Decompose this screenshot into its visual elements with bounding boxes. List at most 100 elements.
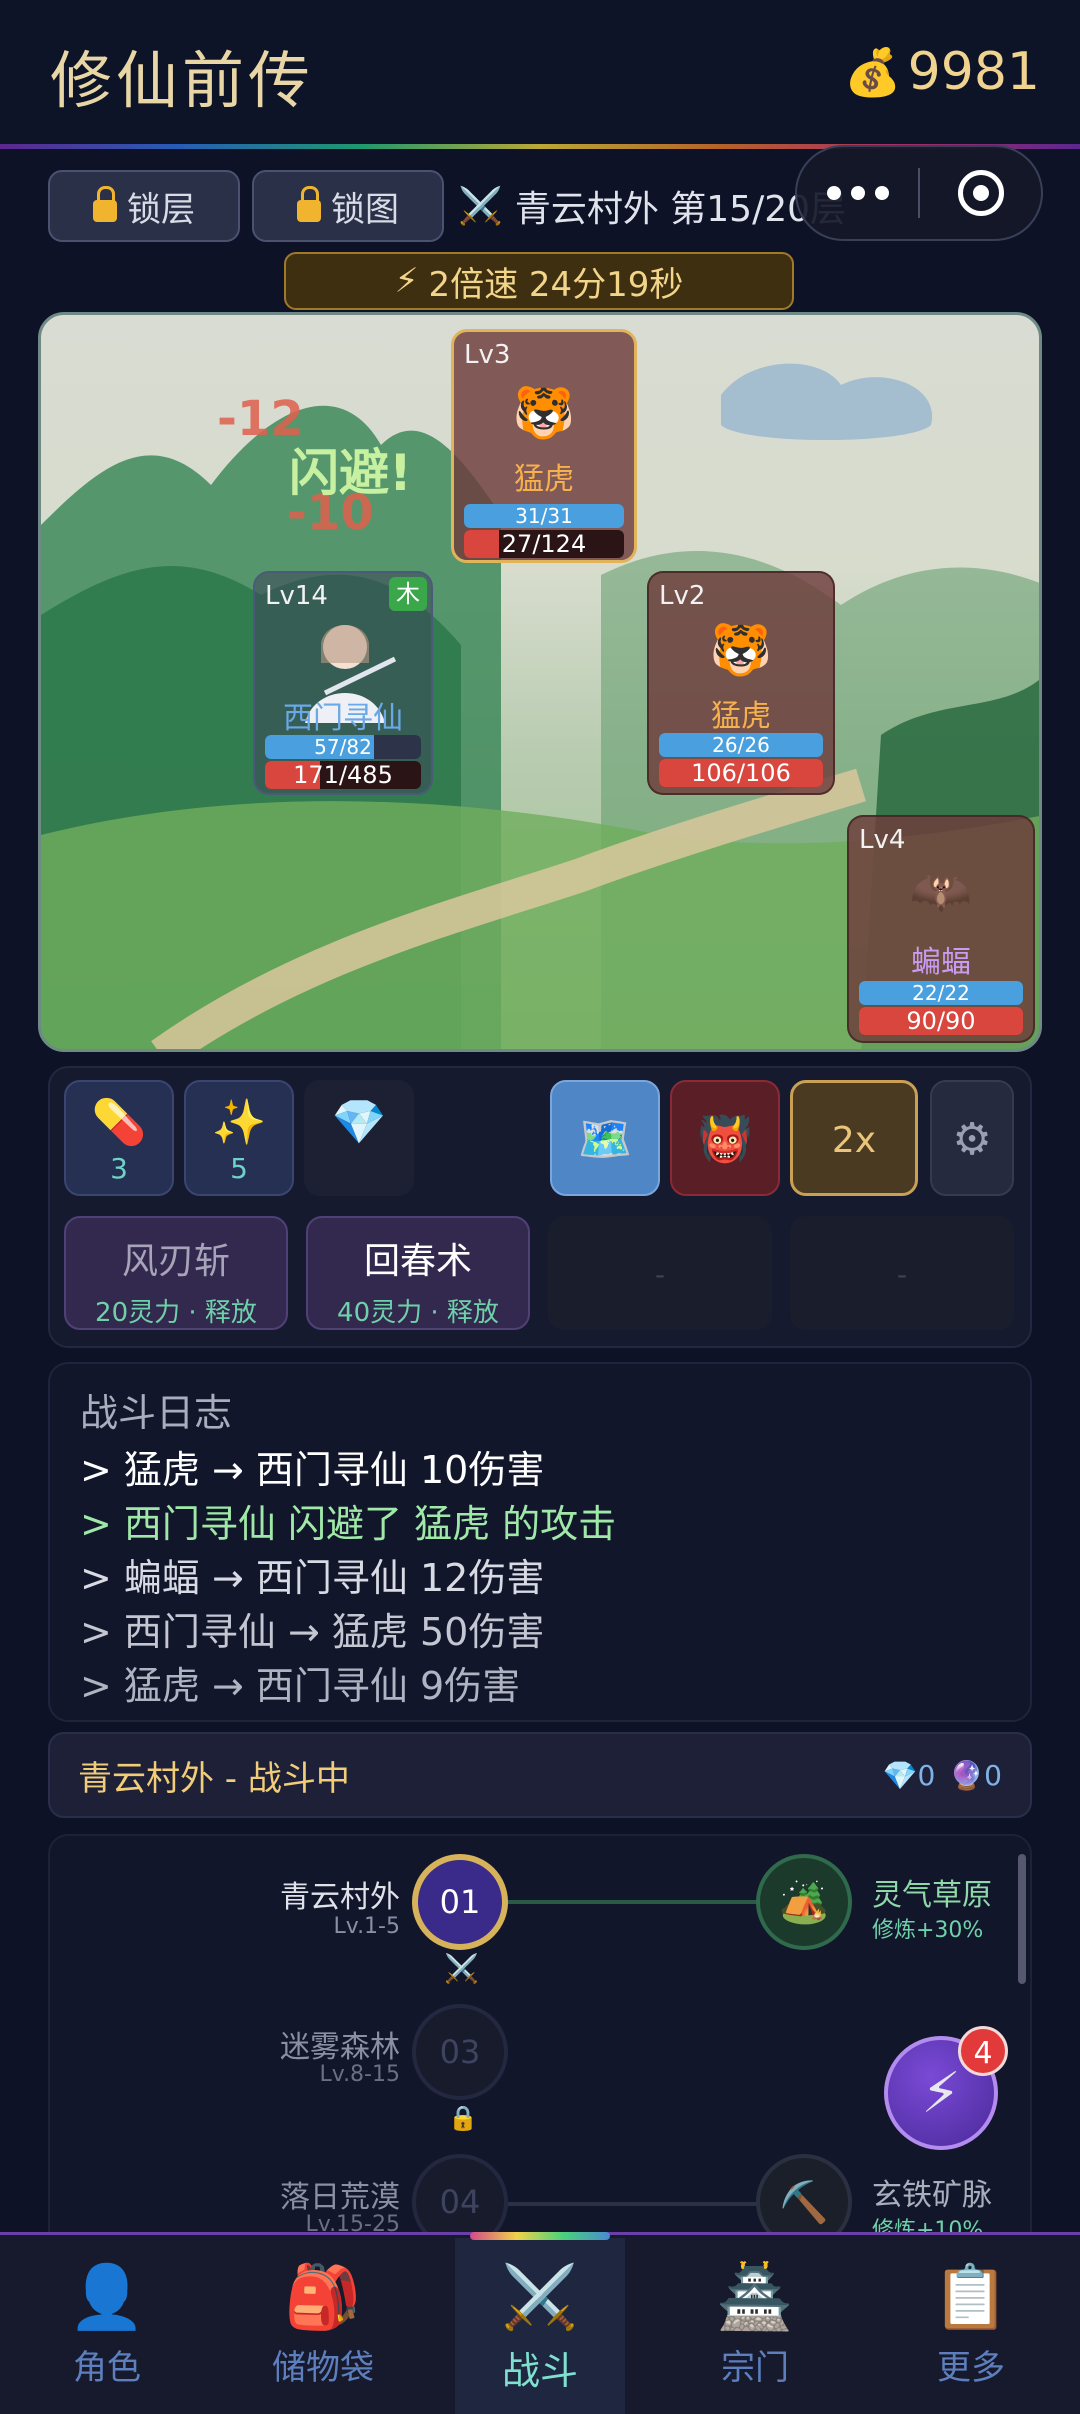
log-line: > 猛虎 → 西门寻仙 10伤害 [80, 1448, 545, 1492]
map-icon: 🗺️ [577, 1114, 633, 1165]
battle-scene: -12 -10 闪避! Lv3 🐯 猛虎 31/31 27/124 Lv14 木… [38, 312, 1042, 1052]
orb-count: 🔮0 [949, 1758, 1002, 1792]
log-line: > 西门寻仙 闪避了 猛虎 的攻击 [80, 1502, 617, 1546]
player-card[interactable]: Lv14 木 西门寻仙 57/82 171/485 [253, 571, 433, 795]
speed-text: 2倍速 24分19秒 [428, 264, 684, 305]
close-miniprogram-button[interactable] [920, 170, 1041, 216]
gem-count: 💎0 [882, 1758, 936, 1792]
enemy-card[interactable]: Lv2 🐯 猛虎 26/26 106/106 [647, 571, 835, 795]
node-level: Lv.15-25 [305, 2212, 401, 2234]
skill-slot-empty[interactable]: - [790, 1216, 1014, 1330]
crossed-swords-icon: ⚔️ [501, 2260, 579, 2333]
node-name: 迷雾森林 [280, 2030, 400, 2065]
player-name: 西门寻仙 [283, 701, 403, 736]
lock-map-label: 锁图 [331, 189, 399, 230]
poi-name: 玄铁矿脉 [872, 2178, 992, 2213]
map-button[interactable]: 🗺️ [550, 1080, 660, 1196]
lock-floor-button[interactable]: 锁层 [48, 170, 240, 242]
node-level: Lv.8-15 [319, 2062, 401, 2087]
mp-bar: 22/22 [859, 981, 1023, 1005]
enemy-level: Lv3 [464, 340, 511, 370]
gold-counter: 💰 9981 [844, 42, 1040, 102]
nav-sect[interactable]: 🏯 宗门 [680, 2260, 830, 2389]
miniprogram-capsule [795, 145, 1043, 241]
pickaxe-icon: ⛏️ [779, 2179, 829, 2226]
nav-label: 宗门 [721, 2348, 789, 2388]
sparkle-icon: ✨ [211, 1097, 267, 1148]
notification-badge: 4 [958, 2026, 1008, 2076]
pill-item-slot[interactable]: 💊 3 [64, 1080, 174, 1196]
map-node-current[interactable]: 01 [412, 1854, 508, 1950]
stage-status-bar: 青云村外 - 战斗中 💎0 🔮0 [48, 1732, 1032, 1818]
log-line: > 蝙蝠 → 西门寻仙 12伤害 [80, 1556, 545, 1600]
more-menu-button[interactable] [797, 186, 918, 200]
speed-toggle-button[interactable]: 2x [790, 1080, 918, 1196]
nav-label: 战斗 [501, 2349, 578, 2393]
hp-bar: 171/485 [265, 761, 421, 789]
nav-inventory[interactable]: 🎒 储物袋 [248, 2260, 398, 2389]
currency-counts: 💎0 🔮0 [883, 1759, 1002, 1792]
skill-name: 风刃斩 [121, 1241, 230, 1282]
nav-label: 角色 [73, 2348, 141, 2388]
enemy-level: Lv2 [659, 581, 706, 611]
node-name: 青云村外 [280, 1880, 400, 1915]
poi-name: 灵气草原 [872, 1878, 992, 1913]
lock-icon: 🔒 [448, 2104, 478, 2132]
world-map-list: 青云村外 Lv.1-5 01 ⚔️ 迷雾森林 Lv.8-15 03 🔒 落日荒漠… [48, 1834, 1032, 2234]
gem-icon: 💎 [331, 1097, 387, 1148]
item-count: 5 [230, 1152, 248, 1185]
speed-boost-banner[interactable]: ⚡ 2倍速 24分19秒 [284, 252, 794, 310]
lock-map-button[interactable]: 锁图 [252, 170, 444, 242]
mp-bar: 26/26 [659, 733, 823, 757]
element-tag: 木 [389, 577, 427, 611]
battle-log: 战斗日志 > 猛虎 → 西门寻仙 10伤害 > 西门寻仙 闪避了 猛虎 的攻击 … [48, 1362, 1032, 1722]
nav-character[interactable]: 👤 角色 [32, 2260, 182, 2389]
sparkle-item-slot[interactable]: ✨ 5 [184, 1080, 294, 1196]
enemy-card[interactable]: Lv4 🦇 蝙蝠 22/22 90/90 [847, 815, 1035, 1043]
skill-slot-empty[interactable]: - [548, 1216, 772, 1330]
gem-icon: 💎 [882, 1758, 918, 1792]
map-node-locked[interactable]: 04 [412, 2154, 508, 2232]
mp-bar: 57/82 [265, 735, 421, 759]
skill-name: 回春术 [363, 1241, 472, 1282]
nav-battle[interactable]: ⚔️ 战斗 [465, 2260, 615, 2395]
item-count: 3 [110, 1152, 128, 1185]
skill-cost: 20灵力 · 释放 [95, 1298, 257, 1328]
hp-bar: 27/124 [464, 530, 624, 558]
dodge-text: 闪避! [289, 444, 412, 502]
node-name: 落日荒漠 [280, 2180, 400, 2215]
bat-icon: 🦇 [909, 863, 973, 921]
node-level: Lv.1-5 [333, 1914, 401, 1939]
poi-iron-mine[interactable]: ⛏️ [756, 2154, 852, 2232]
app-title: 修仙前传 [50, 44, 315, 117]
clipboard-icon: 📋 [932, 2260, 1010, 2333]
log-title: 战斗日志 [80, 1391, 233, 1435]
gem-item-slot[interactable]: 💎 [304, 1080, 414, 1196]
map-node-locked[interactable]: 03 [412, 2004, 508, 2100]
poi-bonus: 修炼+30% [872, 1918, 984, 1943]
settings-button[interactable]: ⚙ [930, 1080, 1014, 1196]
backpack-icon: 🎒 [284, 2260, 362, 2333]
enemy-name: 猛虎 [711, 699, 771, 734]
demon-button[interactable]: 👹 [670, 1080, 780, 1196]
log-line: > 猛虎 → 西门寻仙 9伤害 [80, 1664, 521, 1708]
lightning-icon: ⚡ [921, 2060, 961, 2126]
pagoda-icon: 🏯 [716, 2260, 794, 2333]
poi-spirit-grassland[interactable]: 🏕️ [756, 1854, 852, 1950]
scrollbar[interactable] [1018, 1854, 1026, 1984]
hp-bar: 106/106 [659, 759, 823, 787]
lock-floor-label: 锁层 [127, 189, 195, 230]
skill-rejuvenate-button[interactable]: 回春术 40灵力 · 释放 [306, 1216, 530, 1330]
enemy-card[interactable]: Lv3 🐯 猛虎 31/31 27/124 [451, 329, 637, 563]
gold-amount: 9981 [907, 42, 1040, 102]
lightning-icon: ⚡ [394, 261, 419, 301]
crystal-ball-icon: 🔮 [949, 1758, 985, 1792]
pill-icon: 💊 [91, 1097, 147, 1148]
lock-icon [93, 186, 117, 222]
nav-label: 储物袋 [272, 2348, 374, 2388]
nav-more[interactable]: 📋 更多 [896, 2260, 1046, 2389]
skill-wind-blade-button[interactable]: 风刃斩 20灵力 · 释放 [64, 1216, 288, 1330]
crossed-swords-icon: ⚔️ [458, 186, 503, 227]
crossed-swords-icon: ⚔️ [444, 1952, 479, 1985]
nav-label: 更多 [937, 2348, 1005, 2388]
